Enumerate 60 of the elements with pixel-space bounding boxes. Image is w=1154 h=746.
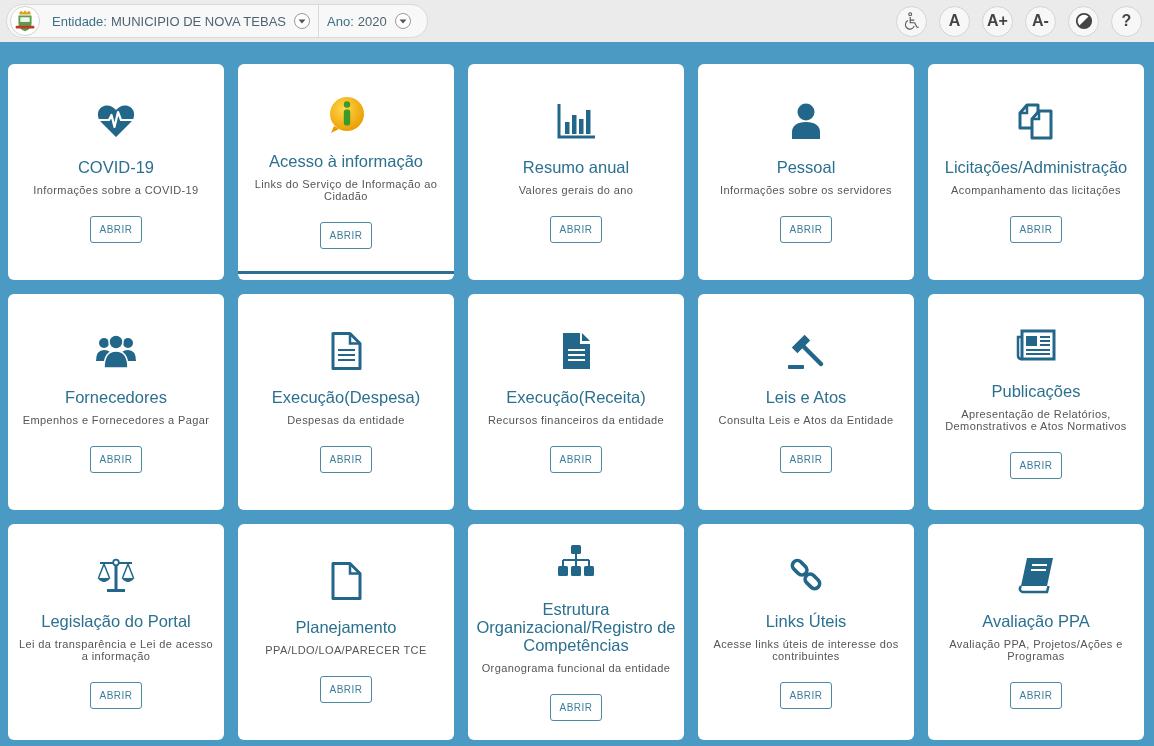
open-button[interactable]: ABRIR [1010, 452, 1062, 479]
documents-icon [1016, 101, 1056, 141]
year-select[interactable]: Ano: 2020 [319, 5, 419, 37]
bar-chart-icon [556, 101, 596, 141]
card-title: Leis e Atos [765, 388, 847, 406]
card-title: Pessoal [776, 158, 836, 176]
card-title: Resumo anual [522, 158, 630, 176]
card-description: Links do Serviço de Informação ao Cidadão [253, 178, 439, 202]
font-size-button[interactable]: ? [1111, 5, 1142, 37]
card-title: Licitações/Administração [944, 158, 1128, 176]
card-title: COVID-19 [77, 158, 155, 176]
card-title: Legislação do Portal [41, 612, 191, 630]
caret-icon [294, 13, 310, 29]
card-title: Avaliação PPA [982, 612, 1090, 630]
open-button[interactable]: ABRIR [90, 682, 142, 709]
card-title: Execução(Receita) [506, 388, 646, 406]
caret-icon [394, 13, 411, 29]
open-button[interactable]: ABRIR [1010, 682, 1062, 709]
open-button[interactable]: ABRIR [550, 446, 602, 473]
card-description: Recursos financeiros da entidade [486, 414, 666, 426]
contrast-icon [1074, 12, 1093, 30]
font-size-button[interactable]: A+ [982, 5, 1013, 37]
accessibility-button[interactable] [896, 5, 927, 37]
wheelchair-icon [902, 12, 921, 30]
open-button[interactable]: ABRIR [780, 682, 832, 709]
open-button[interactable]: ABRIR [550, 694, 602, 721]
book-icon [1016, 555, 1056, 595]
card-description: PPA/LDO/LOA/PARECER TCE [264, 644, 428, 656]
open-button[interactable]: ABRIR [780, 446, 832, 473]
entity-select[interactable]: Entidade: MUNICIPIO DE NOVA TEBAS [44, 5, 318, 37]
card-description: Informações sobre os servidores [719, 184, 893, 196]
card-title: Links Úteis [765, 612, 847, 630]
card-description: Empenhos e Fornecedores a Pagar [21, 414, 211, 426]
card-description: Despesas da entidade [286, 414, 406, 426]
card-description: Organograma funcional da entidade [480, 662, 672, 674]
card-title: Planejamento [295, 618, 397, 636]
contrast-button[interactable] [1068, 5, 1099, 37]
open-button[interactable]: ABRIR [780, 216, 832, 243]
card-description: Consulta Leis e Atos da Entidade [717, 414, 895, 426]
font-size-button[interactable]: A [939, 5, 970, 37]
card-title: Fornecedores [65, 388, 167, 406]
open-button[interactable]: ABRIR [550, 216, 602, 243]
card-description: Apresentação de Relatórios, Demonstrativos e Atos Normativos [944, 408, 1128, 432]
open-button[interactable]: ABRIR [320, 222, 372, 249]
card-title: Publicações [991, 382, 1081, 400]
open-button[interactable]: ABRIR [320, 676, 372, 703]
card-description: Acompanhamento das licitações [950, 184, 1122, 196]
card-title: Estrutura Organizacional/Registro de Competências [475, 600, 677, 654]
card-description: Acesse links úteis de interesse dos contribuintes [712, 638, 900, 662]
open-button[interactable]: ABRIR [90, 446, 142, 473]
card-description: Lei da transparência e Lei de acesso a informação [17, 638, 215, 662]
card-description: Avaliação PPA, Projetos/Ações e Programas [948, 638, 1124, 662]
card-title: Execução(Despesa) [271, 388, 421, 406]
card-description: Informações sobre a COVID-19 [32, 184, 200, 196]
font-size-button[interactable]: A- [1025, 5, 1056, 37]
open-button[interactable]: ABRIR [90, 216, 142, 243]
open-button[interactable]: ABRIR [1010, 216, 1062, 243]
card-title: Acesso à informação [268, 152, 424, 170]
card-description: Valores gerais do ano [517, 184, 635, 196]
open-button[interactable]: ABRIR [320, 446, 372, 473]
